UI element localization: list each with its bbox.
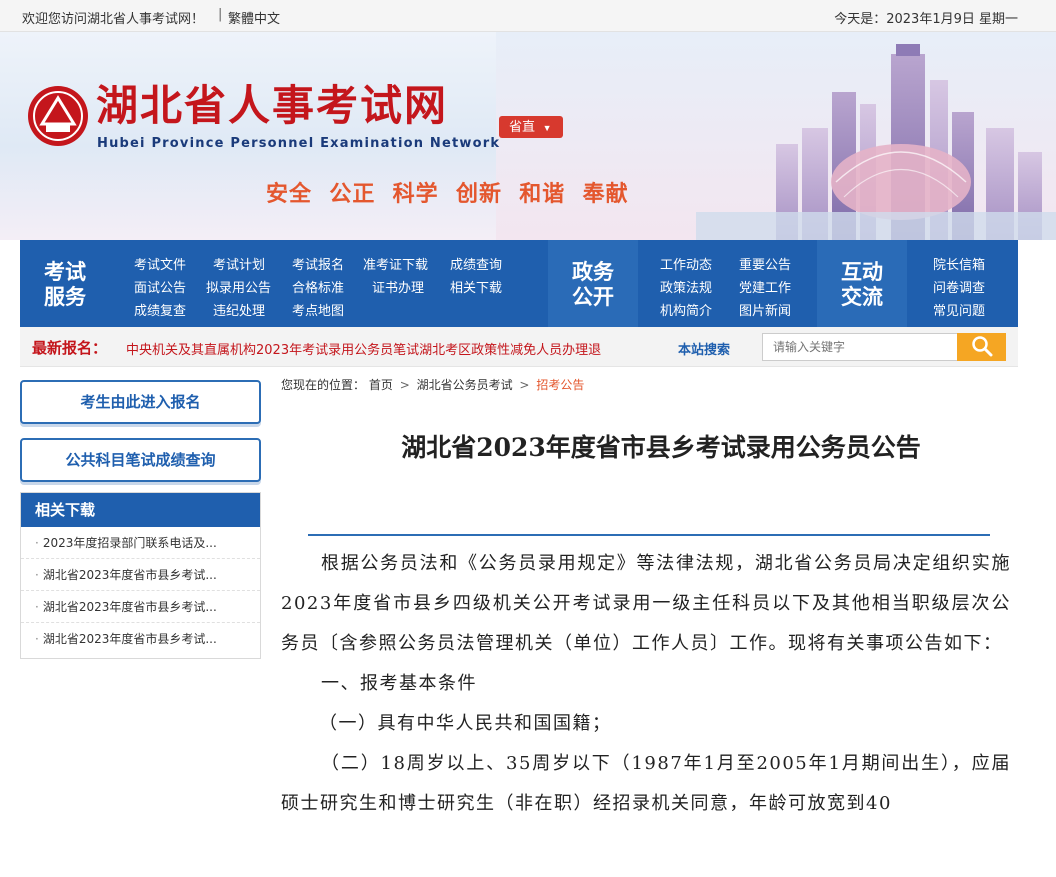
header-banner: 湖北省人事考试网 Hubei Province Personnel Examin… — [0, 32, 1056, 240]
nav-link-interview-notice[interactable]: 面试公告 — [134, 277, 186, 296]
slogan: 安全 公正 科学 创新 和谐 奉献 — [266, 182, 629, 207]
city-skyline-image — [496, 32, 1056, 240]
article-paragraph: （一）具有中华人民共和国国籍； — [319, 713, 612, 734]
nav-link-policies[interactable]: 政策法规 — [660, 277, 712, 296]
nav-link-work-news[interactable]: 工作动态 — [660, 254, 712, 273]
nav-section-interaction: 互动 交流 — [817, 240, 907, 327]
search-icon — [971, 335, 992, 356]
download-link[interactable]: 湖北省2023年度省市县乡考试... — [43, 600, 217, 614]
bullet-icon: · — [35, 632, 39, 646]
nav-link-exam-plan[interactable]: 考试计划 — [213, 254, 265, 273]
breadcrumb-current[interactable]: 招考公告 — [536, 378, 584, 392]
nav-link-photo-news[interactable]: 图片新闻 — [739, 300, 791, 319]
latest-label: 最新报名： — [32, 339, 108, 357]
list-item: · 湖北省2023年度省市县乡考试... — [21, 623, 260, 655]
breadcrumb: 您现在的位置： 首页 > 湖北省公务员考试 > 招考公告 — [281, 376, 584, 393]
search-button[interactable] — [957, 333, 1006, 361]
hbpta-logo-icon — [28, 86, 88, 146]
register-entry-button[interactable]: 考生由此进入报名 — [20, 380, 261, 424]
current-date: 今天是：2023年1月9日 星期一 — [834, 12, 1018, 27]
nav-link-exam-site-map[interactable]: 考点地图 — [292, 300, 344, 319]
nav-section-exam-services: 考试 服务 — [44, 258, 86, 309]
latest-news-link[interactable]: 中央机关及其直属机构2023年考试录用公务员笔试湖北考区政策性减免人员办理退 — [126, 339, 601, 358]
nav-link-exam-docs[interactable]: 考试文件 — [134, 254, 186, 273]
search-input[interactable] — [762, 333, 978, 361]
top-bar: 欢迎您访问湖北省人事考试网！ | 繁體中文 今天是：2023年1月9日 星期一 — [0, 0, 1056, 32]
nav-link-certificate[interactable]: 证书办理 — [372, 277, 424, 296]
nav-link-party-building[interactable]: 党建工作 — [739, 277, 791, 296]
list-item: · 湖北省2023年度省市县乡考试... — [21, 559, 260, 591]
bullet-icon: · — [35, 536, 39, 550]
article-body: 根据公务员法和《公务员录用规定》等法律法规，湖北省公务员局决定组织实施2023年… — [281, 544, 1011, 824]
breadcrumb-arrow: > — [519, 378, 530, 392]
downloads-panel: 相关下载 · 2023年度招录部门联系电话及... · 湖北省2023年度省市县乡考… — [20, 492, 261, 659]
topbar-separator: | — [218, 7, 223, 22]
nav-link-org-intro[interactable]: 机构简介 — [660, 300, 712, 319]
nav-section-gov-affairs: 政务 公开 — [548, 240, 638, 327]
breadcrumb-home[interactable]: 首页 — [369, 378, 393, 392]
site-subtitle: Hubei Province Personnel Examination Net… — [97, 136, 501, 151]
download-link[interactable]: 2023年度招录部门联系电话及... — [43, 536, 217, 550]
chevron-down-icon: ▼ — [542, 123, 552, 133]
list-item: · 2023年度招录部门联系电话及... — [21, 527, 260, 559]
breadcrumb-prefix: 您现在的位置： — [281, 378, 366, 392]
region-select[interactable]: 省直 ▼ — [499, 116, 563, 138]
region-select-label: 省直 — [509, 119, 536, 134]
nav-link-score-query[interactable]: 成绩查询 — [450, 254, 502, 273]
latest-registration-bar: 最新报名： 中央机关及其直属机构2023年考试录用公务员笔试湖北考区政策性减免人… — [20, 327, 1018, 367]
main-nav: 考试 服务 政务 公开 互动 交流 考试文件 考试计划 考试报名 准考证下载 成… — [20, 240, 1018, 327]
traditional-chinese-link[interactable]: 繁體中文 — [228, 8, 280, 27]
nav-link-downloads[interactable]: 相关下载 — [450, 277, 502, 296]
nav-link-exam-registration[interactable]: 考试报名 — [292, 254, 344, 273]
download-link[interactable]: 湖北省2023年度省市县乡考试... — [43, 632, 217, 646]
article-paragraph: 根据公务员法和《公务员录用规定》等法律法规，湖北省公务员局决定组织实施2023年… — [281, 553, 1011, 654]
breadcrumb-civil-service[interactable]: 湖北省公务员考试 — [417, 378, 513, 392]
site-title: 湖北省人事考试网 — [96, 81, 449, 130]
welcome-text: 欢迎您访问湖北省人事考试网！ — [22, 12, 205, 27]
nav-link-pass-standard[interactable]: 合格标准 — [292, 277, 344, 296]
nav-link-important-notice[interactable]: 重要公告 — [739, 254, 791, 273]
article-paragraph: （二）18周岁以上、35周岁以下（1987年1月至2005年1月期间出生），应届… — [281, 753, 1011, 814]
title-divider — [308, 534, 990, 536]
nav-link-faq[interactable]: 常见问题 — [933, 300, 985, 319]
nav-link-score-review[interactable]: 成绩复查 — [134, 300, 186, 319]
site-search-label: 本站搜索 — [678, 343, 731, 358]
list-item: · 湖北省2023年度省市县乡考试... — [21, 591, 260, 623]
download-link[interactable]: 湖北省2023年度省市县乡考试... — [43, 568, 217, 582]
nav-link-admission-ticket[interactable]: 准考证下载 — [363, 254, 428, 273]
nav-link-director-mailbox[interactable]: 院长信箱 — [933, 254, 985, 273]
article-heading: 一、报考基本条件 — [321, 673, 477, 694]
nav-link-violation-handling[interactable]: 违纪处理 — [213, 300, 265, 319]
bullet-icon: · — [35, 568, 39, 582]
bullet-icon: · — [35, 600, 39, 614]
nav-link-survey[interactable]: 问卷调查 — [933, 277, 985, 296]
breadcrumb-arrow: > — [399, 378, 410, 392]
nav-link-hiring-notice[interactable]: 拟录用公告 — [206, 277, 271, 296]
score-query-button[interactable]: 公共科目笔试成绩查询 — [20, 438, 261, 482]
downloads-title: 相关下载 — [21, 493, 260, 527]
page-title: 湖北省2023年度省市县乡考试录用公务员公告 — [401, 433, 921, 462]
